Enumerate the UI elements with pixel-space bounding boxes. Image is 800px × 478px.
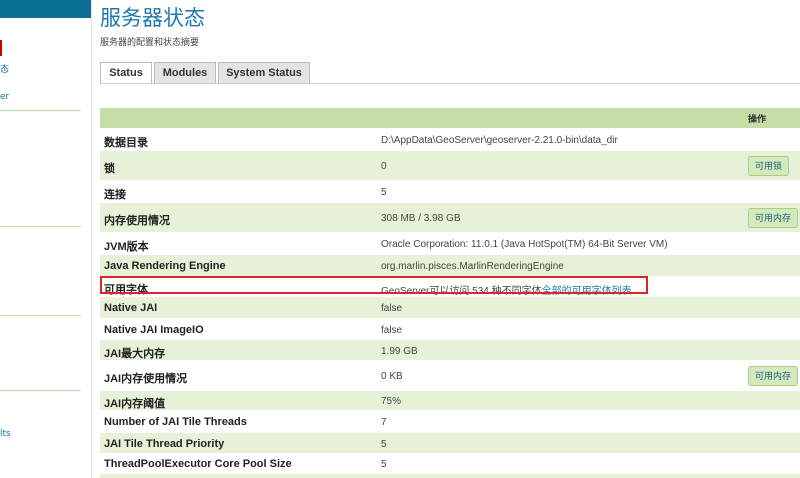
row-label-locks: 锁 xyxy=(104,163,115,175)
sidebar-divider xyxy=(0,110,81,111)
free-memory-button[interactable]: 可用内存 xyxy=(748,208,799,228)
row-label-core-pool-size: ThreadPoolExecutor Core Pool Size xyxy=(104,458,292,470)
table-row: JAI Tile Thread Priority 5 xyxy=(100,432,800,453)
row-label-native-jai: Native JAI xyxy=(104,302,158,314)
table-row xyxy=(100,473,800,478)
table-row: ThreadPoolExecutor Core Pool Size 5 xyxy=(100,453,800,473)
sidebar-edge xyxy=(91,0,92,478)
table-row: 可用字体 GeoServer可以访问 534 种不同字体全部的可用字体列表 xyxy=(100,276,800,297)
row-value-jai-max-memory: 1.99 GB xyxy=(381,346,418,357)
table-row: 数据目录 D:\AppData\GeoServer\geoserver-2.21… xyxy=(100,128,800,150)
sidebar-divider xyxy=(0,226,81,227)
table-row: JAI内存阈值 75% xyxy=(100,390,800,410)
row-label-available-fonts: 可用字体 xyxy=(104,284,148,296)
row-label-rendering-engine: Java Rendering Engine xyxy=(104,260,226,272)
sidebar: 态 er lts xyxy=(0,0,92,478)
tab-bar: Status Modules System Status xyxy=(100,62,800,84)
table-row: JVM版本 Oracle Corporation: 11.0.1 (Java H… xyxy=(100,232,800,254)
row-label-memory-usage: 内存使用情况 xyxy=(104,215,170,227)
tab-modules[interactable]: Modules xyxy=(154,62,216,83)
row-value-jai-memory-usage: 0 KB xyxy=(381,371,403,382)
table-row: JAI最大内存 1.99 GB xyxy=(100,339,800,360)
table-row: 锁 0 可用锁 xyxy=(100,150,800,180)
row-label-jai-tile-thread-priority: JAI Tile Thread Priority xyxy=(104,438,225,450)
tab-baseline xyxy=(100,83,800,84)
row-value-native-jai: false xyxy=(381,303,403,314)
page-subtitle: 服务器的配置和状态摘要 xyxy=(100,38,200,48)
row-value-jai-tile-threads: 7 xyxy=(381,417,387,428)
free-jai-memory-button[interactable]: 可用内存 xyxy=(748,366,799,386)
row-value-native-jai-imageio: false xyxy=(381,325,403,336)
row-value-jvm-version: Oracle Corporation: 11.0.1 (Java HotSpot… xyxy=(381,239,668,250)
row-label-jai-memory-usage: JAI内存使用情况 xyxy=(104,373,188,385)
row-label-jvm-version: JVM版本 xyxy=(104,241,149,253)
tab-status[interactable]: Status xyxy=(100,62,152,84)
tab-system-status[interactable]: System Status xyxy=(218,62,310,83)
sidebar-header-bar xyxy=(0,0,92,18)
row-value-jai-tile-thread-priority: 5 xyxy=(381,439,387,450)
row-value-rendering-engine: org.marlin.pisces.MarlinRenderingEngine xyxy=(381,261,564,272)
page-title: 服务器状态 xyxy=(100,6,205,30)
row-value-jai-memory-threshold: 75% xyxy=(381,396,402,407)
sidebar-active-marker xyxy=(0,40,2,56)
sidebar-divider xyxy=(0,390,81,391)
row-label-jai-tile-threads: Number of JAI Tile Threads xyxy=(104,416,247,428)
table-row: Java Rendering Engine org.marlin.pisces.… xyxy=(100,254,800,276)
sidebar-item-server-status[interactable]: 态 xyxy=(0,62,9,75)
main-content: 服务器状态 服务器的配置和状态摘要 Status Modules System … xyxy=(100,0,800,478)
row-label-jai-max-memory: JAI最大内存 xyxy=(104,348,166,360)
row-label-connections: 连接 xyxy=(104,189,126,201)
actions-column-header: 操作 xyxy=(748,115,767,125)
sidebar-divider xyxy=(0,315,81,316)
free-locks-button[interactable]: 可用锁 xyxy=(748,156,790,176)
table-row: Native JAI ImageIO false xyxy=(100,318,800,339)
row-value-memory-usage: 308 MB / 3.98 GB xyxy=(381,213,461,224)
sidebar-item-geoserver[interactable]: er xyxy=(0,92,9,102)
table-row: Native JAI false xyxy=(100,296,800,318)
row-label-jai-memory-threshold: JAI内存阈值 xyxy=(104,398,166,410)
table-row: JAI内存使用情况 0 KB 可用内存 xyxy=(100,360,800,390)
row-value-available-fonts: GeoServer可以访问 534 种不同字体全部的可用字体列表 xyxy=(381,282,632,297)
row-value-locks: 0 xyxy=(381,161,387,172)
row-value-data-directory: D:\AppData\GeoServer\geoserver-2.21.0-bi… xyxy=(381,135,618,146)
table-row: Number of JAI Tile Threads 7 xyxy=(100,410,800,432)
table-row: 内存使用情况 308 MB / 3.98 GB 可用内存 xyxy=(100,202,800,232)
row-label-data-directory: 数据目录 xyxy=(104,137,148,149)
table-header-row: 操作 xyxy=(100,108,800,128)
row-label-native-jai-imageio: Native JAI ImageIO xyxy=(104,324,204,336)
row-value-core-pool-size: 5 xyxy=(381,459,387,470)
table-row: 连接 5 xyxy=(100,180,800,202)
sidebar-item-defaults[interactable]: lts xyxy=(0,429,11,439)
row-value-connections: 5 xyxy=(381,187,387,198)
